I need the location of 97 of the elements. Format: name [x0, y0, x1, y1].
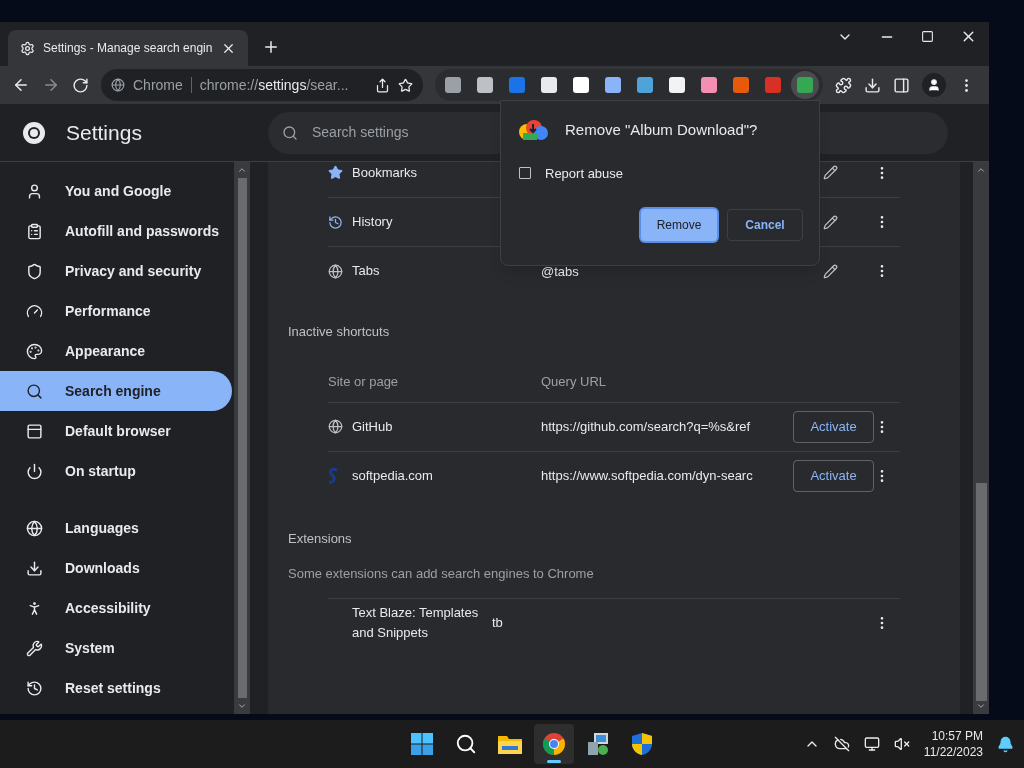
search-icon [454, 733, 477, 755]
section-title: Inactive shortcuts [287, 323, 391, 341]
edit-icon[interactable] [823, 214, 838, 230]
globe-icon [26, 519, 43, 537]
taskbar-app[interactable] [533, 724, 574, 764]
sidebar-item[interactable]: You and Google [0, 171, 232, 211]
bookmark-star-icon[interactable] [398, 77, 413, 93]
network-icon[interactable] [863, 736, 880, 752]
installer-icon [585, 732, 610, 756]
query-url: https://github.com/search?q=%s&ref [541, 417, 752, 436]
search-icon [26, 382, 43, 400]
shortcut-name: GitHub [352, 417, 393, 436]
shortcut-name: softpedia.com [352, 466, 433, 485]
shield-icon [630, 732, 653, 756]
history-icon [328, 214, 343, 230]
section-description: Some extensions can add search engines to Chrome [287, 565, 595, 583]
cloud-off-icon[interactable] [833, 736, 850, 752]
clock-date[interactable]: 11/22/2023 [923, 744, 983, 760]
query-url: https://www.softpedia.com/dyn-searc [541, 466, 754, 485]
shortcut-keyword: @tabs [541, 264, 579, 279]
back-icon[interactable] [12, 76, 30, 94]
volume-mute-icon[interactable] [893, 736, 910, 752]
scroll-up-icon[interactable] [237, 165, 247, 175]
maximize-icon[interactable] [921, 30, 934, 43]
new-tab-icon[interactable] [262, 38, 280, 56]
globe-icon [328, 419, 343, 434]
folder-icon [496, 733, 523, 755]
shield-icon [26, 262, 43, 280]
edit-icon[interactable] [823, 263, 838, 279]
tab-title: Settings - Manage search engin [43, 40, 213, 57]
sidebar-item[interactable]: Appearance [0, 331, 232, 371]
report-abuse-checkbox[interactable] [519, 167, 531, 180]
side-panel-icon[interactable] [893, 76, 910, 94]
chrome-site-icon [111, 78, 125, 92]
profile-avatar[interactable] [922, 73, 946, 97]
shortcut-name: Tabs [352, 262, 380, 281]
sidebar-item[interactable]: Downloads [0, 548, 232, 588]
share-icon[interactable] [375, 77, 390, 93]
scroll-up-icon[interactable] [976, 165, 986, 175]
sidebar-item[interactable]: On startup [0, 451, 232, 491]
dialog-title: Remove "Album Download"? [565, 120, 758, 140]
clipboard-icon [26, 222, 43, 240]
address-bar[interactable]: Chrome chrome://settings/sear... [101, 69, 423, 101]
sidebar-item[interactable]: Accessibility [0, 588, 232, 628]
chrome-logo-icon [22, 120, 46, 145]
forward-icon[interactable] [42, 76, 60, 94]
cancel-button[interactable]: Cancel [727, 209, 803, 241]
sidebar-item[interactable]: Autofill and passwords [0, 211, 232, 251]
shortcut-name: Bookmarks [352, 163, 418, 182]
site-label: Chrome [133, 75, 183, 95]
scroll-down-icon[interactable] [976, 701, 986, 711]
extension-name: Text Blaze: Templates and Snippets [352, 604, 480, 642]
sidebar-item[interactable]: Reset settings [0, 668, 232, 708]
browser-window-icon [26, 422, 43, 440]
history-icon [26, 679, 43, 697]
checkbox-label: Report abuse [545, 164, 624, 183]
sidebar-item[interactable]: Search engine [0, 371, 232, 411]
edit-icon[interactable] [823, 165, 838, 180]
globe-icon [328, 263, 343, 279]
column-header: Site or page [328, 372, 400, 391]
chrome-logo-icon [541, 732, 566, 756]
url-text: chrome://settings/sear... [199, 75, 350, 95]
search-icon [282, 124, 298, 141]
activate-button[interactable]: Activate [793, 410, 874, 443]
site-icon [328, 467, 338, 484]
download-icon[interactable] [864, 76, 881, 94]
sidebar-item[interactable]: Performance [0, 291, 232, 331]
sidebar-item[interactable]: System [0, 628, 232, 668]
extensions-puzzle-icon[interactable] [835, 76, 852, 94]
remove-button[interactable]: Remove [641, 209, 717, 241]
browser-tab[interactable]: Settings - Manage search engin [8, 30, 248, 66]
settings-title: Settings [66, 119, 142, 146]
column-header: Query URL [541, 372, 607, 391]
activate-button[interactable]: Activate [793, 459, 874, 492]
gauge-icon [26, 302, 43, 320]
sidebar-item[interactable]: Default browser [0, 411, 232, 451]
notification-bell-icon[interactable] [997, 735, 1014, 753]
extension-keyword: tb [492, 614, 504, 633]
scroll-down-icon[interactable] [237, 701, 247, 711]
section-title: Extensions [287, 529, 353, 548]
search-placeholder: Search settings [312, 123, 409, 142]
download-icon [26, 559, 43, 577]
cloud-download-icon [517, 119, 549, 142]
sidebar-item[interactable]: Privacy and security [0, 251, 232, 291]
star-icon [328, 165, 343, 180]
page-scrollbar[interactable] [973, 162, 989, 714]
clock-time[interactable]: 10:57 PM [931, 728, 983, 744]
power-icon [26, 462, 43, 480]
wrench-icon [26, 639, 43, 657]
sidebar-scrollbar[interactable] [234, 162, 250, 714]
palette-icon [26, 342, 43, 360]
settings-icon [20, 40, 35, 56]
shortcut-name: History [352, 213, 393, 232]
windows-logo-icon [409, 732, 434, 756]
user-icon [26, 182, 43, 200]
reload-icon[interactable] [72, 76, 89, 94]
sidebar-item[interactable]: Languages [0, 508, 232, 548]
